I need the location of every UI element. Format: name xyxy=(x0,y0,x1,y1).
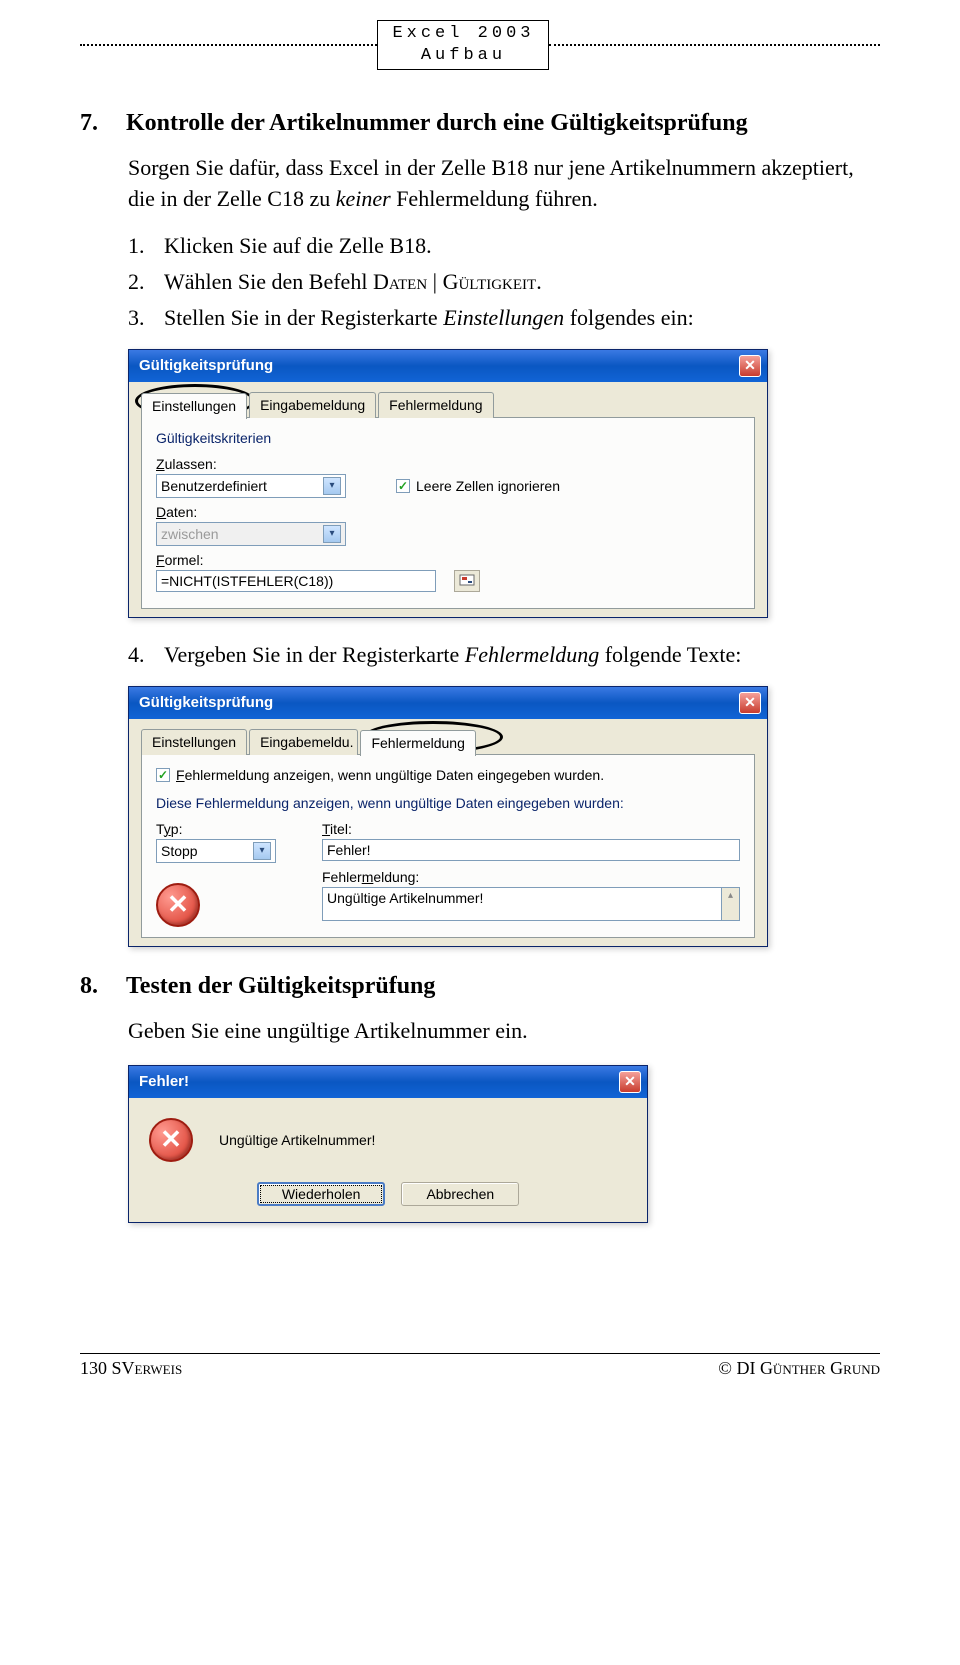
stop-icon: ✕ xyxy=(156,883,200,927)
section-7-step4: 4. Vergeben Sie in der Registerkarte Feh… xyxy=(128,642,880,668)
header-title-box: Excel 2003 Aufbau xyxy=(377,20,549,70)
section-8-text: Geben Sie eine ungültige Artikelnummer e… xyxy=(128,1016,880,1047)
section-8-heading: 8. Testen der Gültigkeitsprüfung xyxy=(80,973,880,1000)
retry-button[interactable]: Wiederholen xyxy=(257,1182,386,1206)
field-formel[interactable]: =NICHT(ISTFEHLER(C18)) xyxy=(156,570,436,592)
step-4: 4. Vergeben Sie in der Registerkarte Feh… xyxy=(128,642,880,668)
chevron-down-icon: ▾ xyxy=(323,525,341,543)
label-fehlermeldung: Fehlermeldung: xyxy=(322,869,740,885)
dropdown-zulassen[interactable]: Benutzerdefiniert ▾ xyxy=(156,474,346,498)
header-rule-left xyxy=(80,44,377,46)
step-1: 1. Klicken Sie auf die Zelle B18. xyxy=(128,233,880,259)
msgbox-title: Fehler! xyxy=(139,1073,619,1090)
close-icon[interactable]: ✕ xyxy=(619,1071,641,1093)
dialog2-title: Gültigkeitsprüfung xyxy=(139,694,739,711)
label-formel: Formel: xyxy=(156,552,203,568)
checkbox-show-error[interactable]: ✓ Fehlermeldung anzeigen, wenn ungültige… xyxy=(156,767,740,783)
dialog1-tabpage: Gültigkeitskriterien Zulassen: Benutzerd… xyxy=(141,417,755,609)
tab-eingabemeldung[interactable]: Eingabemeldu. xyxy=(249,729,358,755)
dialog1-title: Gültigkeitsprüfung xyxy=(139,357,739,374)
footer-left: 130 SVerweis xyxy=(80,1358,182,1379)
checkbox-show-error-label: Fehlermeldung anzeigen, wenn ungültige D… xyxy=(176,767,604,783)
header-rule-right xyxy=(549,44,880,46)
step-2: 2. Wählen Sie den Befehl Daten | Gültigk… xyxy=(128,269,880,295)
tab-eingabemeldung[interactable]: Eingabemeldung xyxy=(249,392,376,418)
checkbox-leere-label: Leere Zellen ignorieren xyxy=(416,478,560,494)
section-7-title: Kontrolle der Artikelnummer durch eine G… xyxy=(126,110,748,137)
tab-einstellungen[interactable]: Einstellungen xyxy=(141,729,247,755)
header-line2: Aufbau xyxy=(392,45,534,67)
dialog-validation-errormsg: Gültigkeitsprüfung ✕ Einstellungen Einga… xyxy=(128,686,768,947)
check-icon: ✓ xyxy=(156,768,170,782)
tab-einstellungen[interactable]: Einstellungen xyxy=(141,393,247,419)
close-icon[interactable]: ✕ xyxy=(739,355,761,377)
field-fehlermeldung[interactable]: Ungültige Artikelnummer! xyxy=(322,887,722,921)
page-footer: 130 SVerweis © DI Günther Grund xyxy=(80,1353,880,1379)
tab-fehlermeldung[interactable]: Fehlermeldung xyxy=(378,392,493,418)
label-zulassen: Zulassen: xyxy=(156,456,217,472)
stop-icon: ✕ xyxy=(149,1118,193,1162)
chevron-down-icon: ▾ xyxy=(253,842,271,860)
checkbox-leere-zellen[interactable]: ✓ Leere Zellen ignorieren xyxy=(396,478,560,494)
label-titel: Titel: xyxy=(322,821,740,837)
dropdown-typ[interactable]: Stopp ▾ xyxy=(156,839,276,863)
tab-fehlermeldung[interactable]: Fehlermeldung xyxy=(360,730,475,756)
label-daten: Daten: xyxy=(156,504,197,520)
check-icon: ✓ xyxy=(396,479,410,493)
group-guetligkeitskriterien: Gültigkeitskriterien xyxy=(156,430,740,446)
dialog-validation-settings: Gültigkeitsprüfung ✕ Einstellungen Einga… xyxy=(128,349,768,618)
close-icon[interactable]: ✕ xyxy=(739,692,761,714)
hint-text: Diese Fehlermeldung anzeigen, wenn ungül… xyxy=(156,795,740,811)
section-7-number: 7. xyxy=(80,110,108,137)
cancel-button[interactable]: Abbrechen xyxy=(401,1182,519,1206)
range-picker-icon[interactable] xyxy=(454,570,480,592)
dialog2-tabpage: ✓ Fehlermeldung anzeigen, wenn ungültige… xyxy=(141,754,755,938)
header-line1: Excel 2003 xyxy=(392,23,534,45)
section-7-steps: 1. Klicken Sie auf die Zelle B18. 2. Wäh… xyxy=(128,233,880,331)
footer-right: © DI Günther Grund xyxy=(718,1358,880,1379)
dialog1-tabs: Einstellungen Eingabemeldung Fehlermeldu… xyxy=(141,392,755,418)
chevron-down-icon: ▾ xyxy=(323,477,341,495)
page-header: Excel 2003 Aufbau xyxy=(80,20,880,70)
section-8-title: Testen der Gültigkeitsprüfung xyxy=(126,973,435,1000)
scrollbar-up-icon[interactable]: ▴ xyxy=(722,887,740,921)
msgbox-text: Ungültige Artikelnummer! xyxy=(219,1132,375,1148)
field-titel[interactable]: Fehler! xyxy=(322,839,740,861)
section-8-number: 8. xyxy=(80,973,108,1000)
section-7-intro: Sorgen Sie dafür, dass Excel in der Zell… xyxy=(128,153,880,215)
step-3: 3. Stellen Sie in der Registerkarte Eins… xyxy=(128,305,880,331)
section-7-heading: 7. Kontrolle der Artikelnummer durch ein… xyxy=(80,110,880,137)
dialog2-titlebar[interactable]: Gültigkeitsprüfung ✕ xyxy=(129,687,767,719)
dropdown-daten: zwischen ▾ xyxy=(156,522,346,546)
label-typ: Typ: xyxy=(156,821,296,837)
dialog2-tabs: Einstellungen Eingabemeldu. Fehlermeldun… xyxy=(141,729,755,755)
messagebox-error: Fehler! ✕ ✕ Ungültige Artikelnummer! Wie… xyxy=(128,1065,648,1223)
dialog1-titlebar[interactable]: Gültigkeitsprüfung ✕ xyxy=(129,350,767,382)
msgbox-titlebar[interactable]: Fehler! ✕ xyxy=(129,1066,647,1098)
